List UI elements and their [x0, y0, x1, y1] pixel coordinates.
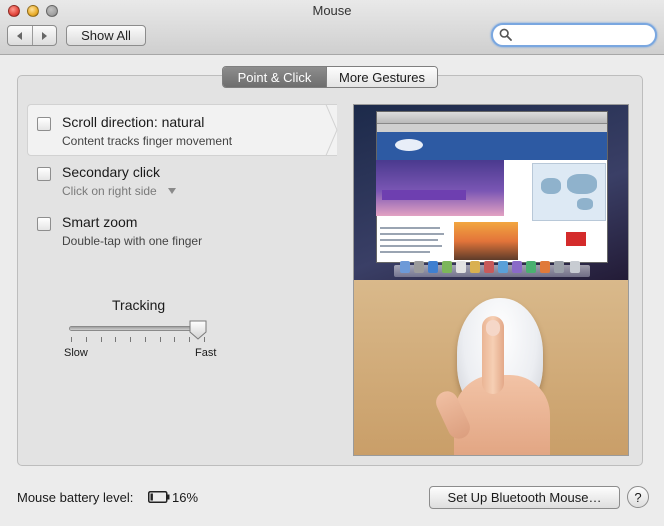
preview-line — [380, 245, 442, 247]
tracking-label: Tracking — [112, 297, 166, 313]
show-all-button[interactable]: Show All — [66, 25, 146, 46]
fingernail — [486, 320, 500, 336]
dock-icon — [498, 261, 508, 273]
tab-bar: Point & Click More Gestures — [222, 66, 438, 88]
setup-bluetooth-mouse-button[interactable]: Set Up Bluetooth Mouse… — [429, 486, 620, 509]
window-title: Mouse — [312, 3, 352, 18]
hero-banner — [382, 190, 466, 200]
preview-line — [380, 233, 444, 235]
dock-icon — [414, 261, 424, 273]
scroll-direction-checkbox[interactable] — [37, 117, 51, 131]
tracking-slider[interactable] — [69, 326, 206, 331]
slider-tick — [159, 337, 161, 342]
dock-icon — [554, 261, 564, 273]
preview-dock — [394, 261, 590, 277]
site-header — [377, 132, 607, 160]
preview-hero-image — [376, 160, 504, 216]
map-land — [541, 178, 561, 194]
tab-more-gestures[interactable]: More Gestures — [326, 67, 437, 87]
dock-icon — [570, 261, 580, 273]
option-title: Scroll direction: natural — [62, 114, 205, 130]
tab-point-and-click[interactable]: Point & Click — [223, 67, 326, 87]
gesture-preview-image — [353, 104, 629, 456]
search-icon — [499, 28, 512, 41]
slider-tick — [174, 337, 176, 342]
slider-tick — [115, 337, 117, 342]
back-forward-control — [7, 25, 57, 46]
window-toolbar: Mouse Show All — [0, 0, 664, 55]
option-title: Secondary click — [62, 164, 161, 180]
dock-icon — [526, 261, 536, 273]
preview-line — [380, 227, 440, 229]
slider-tick — [130, 337, 132, 342]
dock-icon — [540, 261, 550, 273]
slider-thumb[interactable] — [189, 320, 207, 340]
browser-tabstrip — [377, 124, 607, 132]
preview-line — [380, 239, 438, 241]
preview-screen — [354, 105, 628, 280]
highlight-pointer — [316, 104, 338, 156]
preview-line — [380, 251, 430, 253]
secondary-click-checkbox[interactable] — [37, 167, 51, 181]
dock-icon — [512, 261, 522, 273]
search-input[interactable] — [515, 27, 651, 43]
option-title: Smart zoom — [62, 214, 138, 230]
slider-min-label: Slow — [64, 347, 88, 359]
preview-map — [532, 163, 606, 221]
dock-icon — [484, 261, 494, 273]
back-button[interactable] — [8, 26, 32, 45]
secondary-click-popup[interactable]: Click on right side — [62, 184, 177, 198]
dock-icon — [428, 261, 438, 273]
option-subtitle: Content tracks finger movement — [62, 134, 233, 148]
smart-zoom-checkbox[interactable] — [37, 217, 51, 231]
battery-level-label: Mouse battery level: — [17, 490, 134, 505]
slider-fill — [70, 327, 205, 330]
option-subtitle: Click on right side — [62, 184, 157, 198]
option-subtitle: Double-tap with one finger — [62, 234, 203, 248]
chevron-down-icon — [168, 188, 177, 194]
search-field[interactable] — [491, 23, 657, 47]
dock-icon — [400, 261, 410, 273]
selected-option-highlight — [27, 104, 337, 156]
forward-arrow-icon — [42, 31, 48, 40]
slider-tick — [144, 337, 146, 342]
preview-beach-image — [454, 222, 518, 260]
slider-max-label: Fast — [195, 347, 217, 359]
map-land — [577, 198, 593, 210]
browser-titlebar — [377, 112, 607, 124]
slider-tick — [85, 337, 87, 342]
forward-button[interactable] — [31, 26, 57, 45]
battery-icon — [148, 491, 170, 503]
help-button[interactable]: ? — [627, 486, 649, 508]
map-land — [567, 174, 597, 194]
promo-tag — [566, 232, 586, 246]
preview-desk — [354, 280, 628, 455]
slider-tick — [71, 337, 72, 342]
dock-icon — [470, 261, 480, 273]
back-arrow-icon — [16, 31, 22, 40]
battery-level-value: 16% — [172, 490, 199, 505]
dock-icon — [456, 261, 466, 273]
preview-promo — [538, 230, 604, 254]
dock-icon — [442, 261, 452, 273]
site-logo — [395, 139, 423, 151]
slider-tick — [100, 337, 102, 342]
